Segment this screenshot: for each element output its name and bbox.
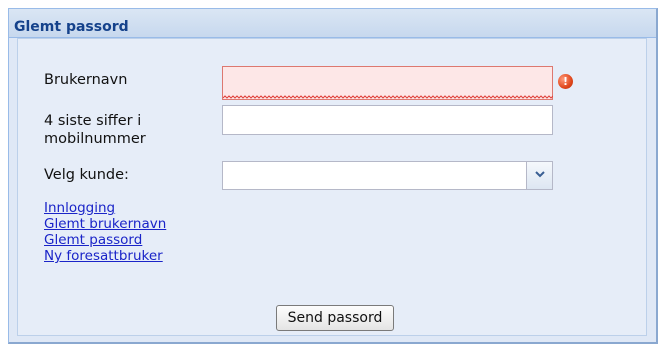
nav-links: Innlogging Glemt brukernavn Glemt passor… — [44, 200, 166, 264]
link-innlogging[interactable]: Innlogging — [44, 200, 166, 216]
customer-dropdown-trigger[interactable] — [526, 162, 552, 189]
chevron-down-icon — [535, 171, 545, 178]
panel-header: Glemt passord — [9, 9, 656, 38]
phone-digits-label: 4 siste siffer i mobilnummer — [44, 112, 146, 148]
send-password-button[interactable]: Send passord — [276, 305, 394, 331]
customer-select[interactable] — [222, 161, 553, 190]
invalid-underline — [223, 95, 553, 99]
link-glemt-brukernavn[interactable]: Glemt brukernavn — [44, 216, 166, 232]
username-label: Brukernavn — [44, 72, 128, 88]
customer-label: Velg kunde: — [44, 167, 129, 183]
link-ny-foresattbruker[interactable]: Ny foresattbruker — [44, 248, 166, 264]
link-glemt-passord[interactable]: Glemt passord — [44, 232, 166, 248]
exclamation-icon[interactable]: ! — [558, 74, 573, 89]
phone-digits-input[interactable] — [222, 105, 553, 135]
panel-title: Glemt passord — [14, 19, 129, 35]
phone-digits-label-line1: 4 siste siffer i — [44, 113, 142, 129]
username-input[interactable] — [222, 66, 553, 100]
phone-digits-label-line2: mobilnummer — [44, 131, 146, 147]
